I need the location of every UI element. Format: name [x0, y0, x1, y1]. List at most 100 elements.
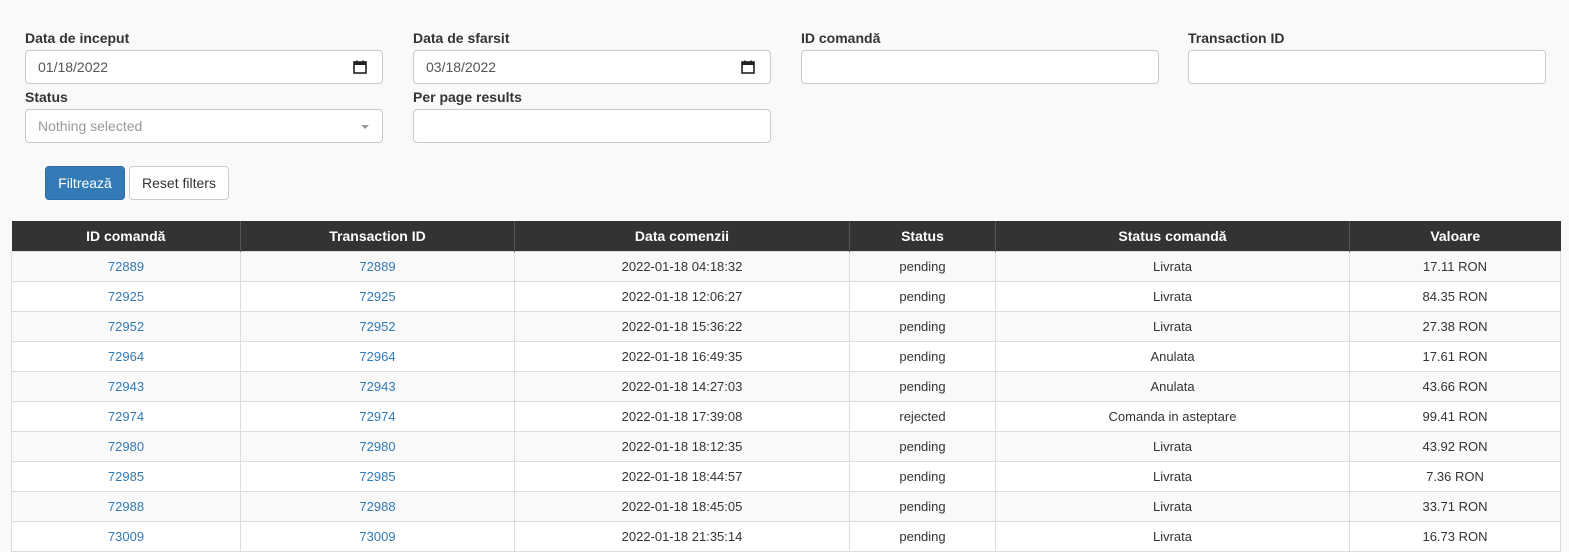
start-date-input[interactable]: 01/18/2022: [25, 50, 383, 84]
transaction-id-cell: 72988: [240, 491, 515, 522]
order-status-cell: Anulata: [995, 341, 1350, 372]
transaction-id-cell: 72943: [240, 371, 515, 402]
transaction-id-cell: 72925: [240, 281, 515, 312]
value-cell: 43.92 RON: [1349, 431, 1561, 462]
status-cell: pending: [849, 431, 996, 462]
order-id-cell: 72980: [11, 431, 241, 462]
value-cell: 27.38 RON: [1349, 311, 1561, 342]
column-header-order-id[interactable]: ID comandă: [11, 221, 241, 252]
order-status-cell: Livrata: [995, 251, 1350, 282]
order-status-cell: Livrata: [995, 281, 1350, 312]
transaction-id-input[interactable]: [1188, 50, 1546, 84]
order-id-link[interactable]: 72974: [108, 409, 144, 424]
value-cell: 43.66 RON: [1349, 371, 1561, 402]
value-cell: 84.35 RON: [1349, 281, 1561, 312]
order-date-cell: 2022-01-18 18:44:57: [514, 461, 850, 492]
value-cell: 16.73 RON: [1349, 521, 1561, 552]
status-field: Status Nothing selected: [25, 87, 383, 143]
end-date-field: Data de sfarsit 03/18/2022: [413, 28, 771, 84]
order-id-link[interactable]: 73009: [108, 529, 144, 544]
order-date-cell: 2022-01-18 16:49:35: [514, 341, 850, 372]
order-id-cell: 72985: [11, 461, 241, 492]
per-page-label: Per page results: [413, 89, 522, 105]
status-select[interactable]: Nothing selected: [25, 109, 383, 143]
transaction-id-cell: 73009: [240, 521, 515, 552]
transaction-id-link[interactable]: 72964: [359, 349, 395, 364]
order-id-cell: 72974: [11, 401, 241, 432]
transaction-id-link[interactable]: 72980: [359, 439, 395, 454]
value-cell: 17.11 RON: [1349, 251, 1561, 282]
reset-filters-button[interactable]: Reset filters: [129, 166, 229, 200]
transaction-id-label: Transaction ID: [1188, 30, 1285, 46]
status-cell: pending: [849, 521, 996, 552]
start-date-label: Data de inceput: [25, 30, 130, 46]
order-id-cell: 72964: [11, 341, 241, 372]
transaction-id-link[interactable]: 72952: [359, 319, 395, 334]
start-date-value: 01/18/2022: [38, 59, 109, 75]
transaction-id-cell: 72889: [240, 251, 515, 282]
end-date-label: Data de sfarsit: [413, 30, 510, 46]
status-cell: pending: [849, 281, 996, 312]
order-id-link[interactable]: 72952: [108, 319, 144, 334]
column-header-order-date[interactable]: Data comenzii: [514, 221, 850, 252]
status-cell: rejected: [849, 401, 996, 432]
table-row: 72974 72974 2022-01-18 17:39:08 rejected Com…: [11, 401, 1561, 432]
table-row: 72988 72988 2022-01-18 18:45:05 pending Livr…: [11, 491, 1561, 522]
order-id-cell: 72943: [11, 371, 241, 402]
table-row: 72964 72964 2022-01-18 16:49:35 pending Anul…: [11, 341, 1561, 372]
table-header-row: ID comandă Transaction ID Data comenzii …: [11, 221, 1561, 252]
transaction-id-link[interactable]: 73009: [359, 529, 395, 544]
table-row: 72925 72925 2022-01-18 12:06:27 pending Livr…: [11, 281, 1561, 312]
order-date-cell: 2022-01-18 18:12:35: [514, 431, 850, 462]
order-date-cell: 2022-01-18 12:06:27: [514, 281, 850, 312]
status-label: Status: [25, 89, 68, 105]
transaction-id-link[interactable]: 72974: [359, 409, 395, 424]
calendar-icon[interactable]: [741, 60, 755, 74]
order-id-link[interactable]: 72943: [108, 379, 144, 394]
status-cell: pending: [849, 491, 996, 522]
order-id-link[interactable]: 72925: [108, 289, 144, 304]
status-cell: pending: [849, 461, 996, 492]
order-id-link[interactable]: 72980: [108, 439, 144, 454]
calendar-icon[interactable]: [353, 60, 367, 74]
start-date-field: Data de inceput 01/18/2022: [25, 28, 383, 84]
order-status-cell: Comanda in asteptare: [995, 401, 1350, 432]
per-page-field: Per page results: [413, 87, 771, 143]
table-row: 72980 72980 2022-01-18 18:12:35 pending Livr…: [11, 431, 1561, 462]
order-id-label: ID comandă: [801, 30, 881, 46]
status-cell: pending: [849, 341, 996, 372]
order-status-cell: Livrata: [995, 521, 1350, 552]
column-header-order-status[interactable]: Status comandă: [995, 221, 1350, 252]
transaction-id-link[interactable]: 72985: [359, 469, 395, 484]
order-id-cell: 72988: [11, 491, 241, 522]
column-header-value[interactable]: Valoare: [1349, 221, 1561, 252]
order-id-field: ID comandă: [801, 28, 1159, 84]
status-cell: pending: [849, 371, 996, 402]
order-id-cell: 72952: [11, 311, 241, 342]
order-date-cell: 2022-01-18 17:39:08: [514, 401, 850, 432]
transaction-id-link[interactable]: 72988: [359, 499, 395, 514]
end-date-value: 03/18/2022: [426, 59, 497, 75]
per-page-input[interactable]: [413, 109, 771, 143]
column-header-status[interactable]: Status: [849, 221, 996, 252]
order-id-cell: 72925: [11, 281, 241, 312]
transaction-id-link[interactable]: 72889: [359, 259, 395, 274]
order-date-cell: 2022-01-18 18:45:05: [514, 491, 850, 522]
order-id-link[interactable]: 72988: [108, 499, 144, 514]
order-id-link[interactable]: 72964: [108, 349, 144, 364]
column-header-transaction-id[interactable]: Transaction ID: [240, 221, 515, 252]
end-date-input[interactable]: 03/18/2022: [413, 50, 771, 84]
value-cell: 99.41 RON: [1349, 401, 1561, 432]
status-cell: pending: [849, 311, 996, 342]
order-id-input[interactable]: [801, 50, 1159, 84]
order-id-link[interactable]: 72985: [108, 469, 144, 484]
order-id-link[interactable]: 72889: [108, 259, 144, 274]
transaction-id-link[interactable]: 72925: [359, 289, 395, 304]
order-status-cell: Anulata: [995, 371, 1350, 402]
status-cell: pending: [849, 251, 996, 282]
filter-button[interactable]: Filtrează: [45, 166, 125, 200]
order-date-cell: 2022-01-18 15:36:22: [514, 311, 850, 342]
order-id-cell: 72889: [11, 251, 241, 282]
table-row: 72889 72889 2022-01-18 04:18:32 pending Livr…: [11, 251, 1561, 282]
transaction-id-link[interactable]: 72943: [359, 379, 395, 394]
